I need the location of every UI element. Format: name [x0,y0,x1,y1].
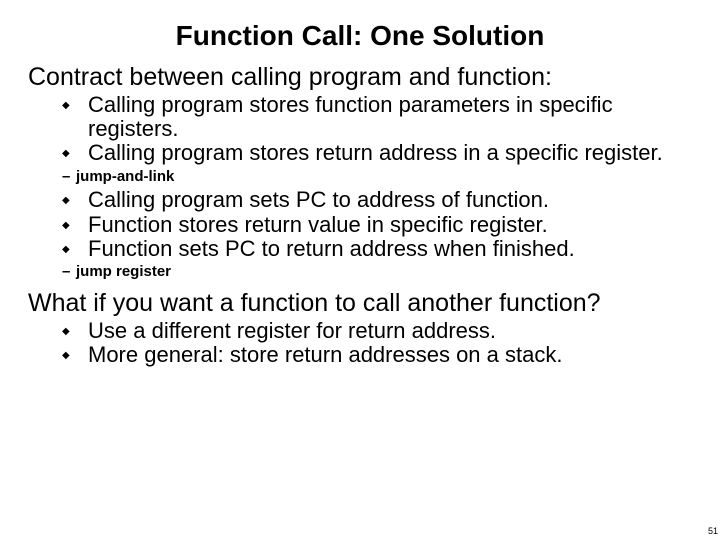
list-item: Function sets PC to return address when … [62,237,692,261]
list-item: Calling program stores function paramete… [62,93,692,141]
sub-list-item: jump register [62,263,692,282]
bullet-list-2: Use a different register for return addr… [62,319,692,367]
page-number: 51 [708,526,718,536]
list-item: Calling program stores return address in… [62,141,692,165]
sub-list-1b: jump register [62,263,692,282]
bullet-list-1a: Calling program stores function paramete… [62,93,692,166]
list-item: Use a different register for return addr… [62,319,692,343]
section-heading-2: What if you want a function to call anot… [28,290,692,317]
slide: Function Call: One Solution Contract bet… [0,0,720,540]
list-item: Calling program sets PC to address of fu… [62,188,692,212]
bullet-list-1b: Calling program sets PC to address of fu… [62,188,692,261]
section-heading-1: Contract between calling program and fun… [28,64,692,91]
list-item: Function stores return value in specific… [62,213,692,237]
list-item: More general: store return addresses on … [62,343,692,367]
sub-list-item: jump-and-link [62,168,692,187]
sub-list-1a: jump-and-link [62,168,692,187]
slide-title: Function Call: One Solution [28,20,692,52]
